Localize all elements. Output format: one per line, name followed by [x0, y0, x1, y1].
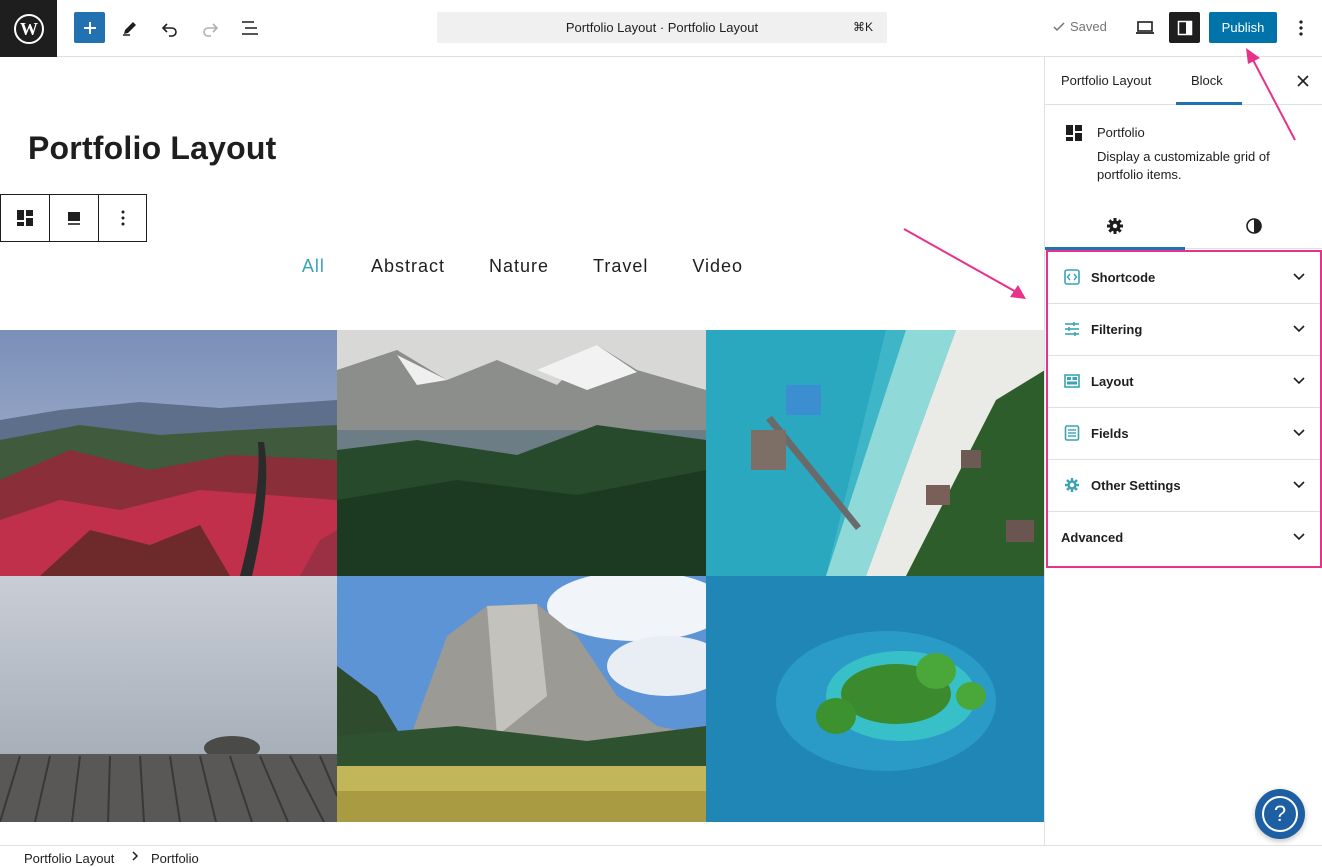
- block-options-icon[interactable]: [98, 195, 146, 241]
- preview-desktop-icon[interactable]: [1129, 12, 1161, 44]
- chevron-right-icon: [131, 850, 139, 865]
- filter-travel[interactable]: Travel: [593, 256, 648, 277]
- command-palette-bar[interactable]: Portfolio Layout · Portfolio Layout ⌘K: [437, 12, 887, 43]
- panel-label: Layout: [1091, 374, 1134, 389]
- filter-nature[interactable]: Nature: [489, 256, 549, 277]
- portfolio-filter-bar: All Abstract Nature Travel Video: [0, 256, 1045, 277]
- filter-abstract[interactable]: Abstract: [371, 256, 445, 277]
- document-overview-icon[interactable]: [234, 12, 266, 44]
- panel-advanced[interactable]: Advanced: [1048, 512, 1320, 564]
- gear-icon: [1063, 476, 1081, 494]
- panel-filtering[interactable]: Filtering: [1048, 304, 1320, 356]
- panel-label: Fields: [1091, 426, 1129, 441]
- saved-label: Saved: [1070, 19, 1107, 34]
- contrast-icon: [1245, 218, 1262, 234]
- panel-layout[interactable]: Layout: [1048, 356, 1320, 408]
- saved-status: Saved: [1052, 19, 1107, 34]
- panel-shortcode[interactable]: Shortcode: [1048, 252, 1320, 304]
- tab-styles[interactable]: [1184, 203, 1322, 249]
- edit-tool-pencil-icon[interactable]: [114, 12, 146, 44]
- chevron-down-icon: [1292, 478, 1306, 492]
- portfolio-item-autumn-road[interactable]: [0, 330, 337, 576]
- panel-label: Other Settings: [1091, 478, 1181, 493]
- add-block-button[interactable]: [74, 12, 105, 43]
- chevron-down-icon: [1292, 374, 1306, 388]
- portfolio-block-icon[interactable]: [1, 195, 49, 241]
- gear-icon: [1106, 218, 1123, 234]
- portfolio-item-island-aerial[interactable]: [706, 576, 1045, 822]
- block-description: Display a customizable grid of portfolio…: [1097, 149, 1270, 182]
- chevron-down-icon: [1292, 530, 1306, 544]
- portfolio-grid: [0, 330, 1045, 822]
- chevron-down-icon: [1292, 322, 1306, 336]
- sidebar-tabs: Portfolio Layout Block: [1045, 57, 1322, 105]
- command-shortcut: ⌘K: [852, 20, 873, 34]
- filter-video[interactable]: Video: [692, 256, 743, 277]
- question-icon: ?: [1262, 796, 1298, 832]
- block-toolbar: [0, 194, 147, 242]
- portfolio-item-granite-cliff[interactable]: [337, 576, 706, 822]
- undo-icon[interactable]: [154, 12, 186, 44]
- block-settings-tabs: [1045, 203, 1322, 250]
- chevron-down-icon: [1292, 426, 1306, 440]
- breadcrumb-item-block[interactable]: Portfolio: [151, 851, 199, 866]
- page-title[interactable]: Portfolio Layout: [28, 130, 277, 167]
- settings-sidebar-toggle-button[interactable]: [1169, 12, 1200, 43]
- tab-settings[interactable]: [1045, 203, 1185, 250]
- align-icon[interactable]: [49, 195, 98, 241]
- tab-document[interactable]: Portfolio Layout: [1061, 73, 1151, 88]
- more-options-icon[interactable]: [1285, 12, 1317, 44]
- portfolio-item-mountain-lake[interactable]: [337, 330, 706, 576]
- tab-block[interactable]: Block: [1191, 73, 1223, 88]
- panel-fields[interactable]: Fields: [1048, 408, 1320, 460]
- svg-text:W: W: [20, 19, 38, 39]
- portfolio-block-icon: [1065, 124, 1083, 147]
- editor-top-bar: W Portfolio Layout · Portfolio Layout ⌘K…: [0, 0, 1322, 57]
- close-icon[interactable]: [1293, 71, 1313, 91]
- settings-panels: Shortcode Filtering Layout Fields Other …: [1046, 250, 1322, 568]
- filter-all[interactable]: All: [302, 256, 325, 277]
- document-title: Portfolio Layout · Portfolio Layout: [565, 20, 759, 35]
- panel-label: Filtering: [1091, 322, 1143, 337]
- shortcode-icon: [1063, 268, 1081, 286]
- redo-icon[interactable]: [194, 12, 226, 44]
- help-button[interactable]: ?: [1255, 789, 1305, 839]
- publish-button[interactable]: Publish: [1209, 12, 1277, 43]
- sidebar-icon: [1177, 20, 1192, 35]
- panel-label: Shortcode: [1091, 270, 1156, 285]
- portfolio-item-foggy-pier[interactable]: [0, 576, 337, 822]
- editor-canvas: Portfolio Layout All Abstract Nature Tra…: [0, 57, 1045, 845]
- portfolio-item-beach-aerial[interactable]: [706, 330, 1045, 576]
- fields-icon: [1063, 424, 1081, 442]
- panel-other-settings[interactable]: Other Settings: [1048, 460, 1320, 512]
- panel-label: Advanced: [1061, 530, 1124, 545]
- check-icon: [1053, 21, 1065, 31]
- breadcrumb-item-document[interactable]: Portfolio Layout: [24, 851, 114, 866]
- block-name: Portfolio: [1097, 125, 1145, 140]
- layout-icon: [1063, 372, 1081, 390]
- sliders-icon: [1063, 320, 1081, 338]
- wordpress-logo-icon[interactable]: W: [0, 0, 57, 57]
- breadcrumb: Portfolio Layout Portfolio: [0, 845, 1322, 867]
- chevron-down-icon: [1292, 270, 1306, 284]
- block-card: Portfolio Display a customizable grid of…: [1045, 105, 1322, 195]
